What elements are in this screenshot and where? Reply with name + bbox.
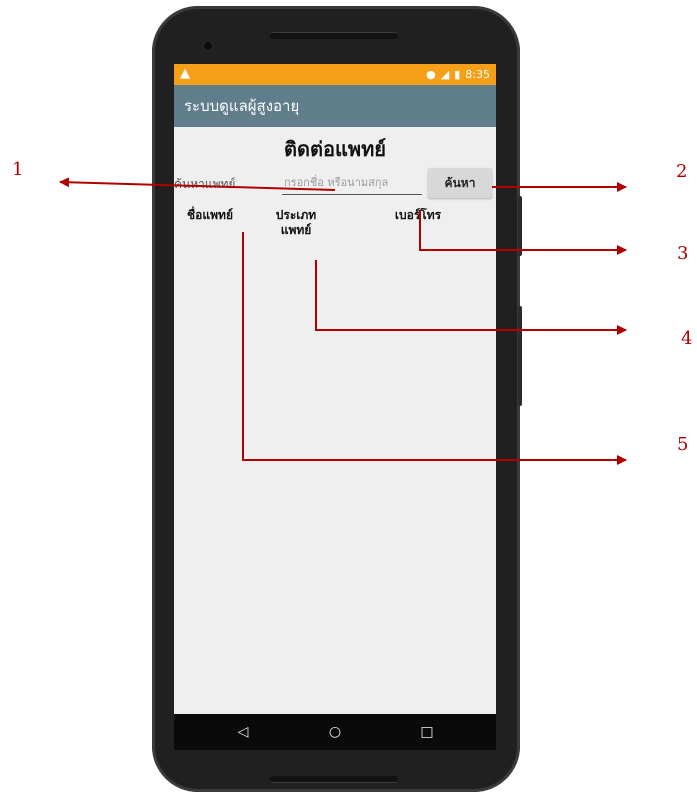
page-title: ติดต่อแพทย์ — [284, 137, 386, 161]
status-time: 8:35 — [465, 68, 490, 81]
annotation-1: 1 — [12, 159, 24, 180]
column-header-type-line1: ประเภท — [275, 208, 317, 222]
annotation-3: 3 — [677, 243, 689, 264]
column-header-doctor-name: ชื่อแพทย์ — [187, 208, 233, 222]
home-icon[interactable]: ○ — [324, 722, 346, 742]
battery-icon: ▮ — [454, 68, 461, 81]
annotation-5: 5 — [677, 434, 689, 455]
annotation-4: 4 — [681, 328, 693, 349]
status-bar: ▲ ● ◢ ▮ 8:35 — [174, 64, 496, 85]
app-screen: ▲ ● ◢ ▮ 8:35 ระบบดูแลผู้สูงอายุ ติดต่อแพ… — [174, 64, 496, 750]
back-icon[interactable]: ◁ — [232, 722, 254, 742]
search-label: ค้นหาแพทย์ — [174, 177, 236, 191]
speaker-grille — [270, 32, 398, 39]
app-title: ระบบดูแลผู้สูงอายุ — [184, 97, 300, 115]
app-bar: ระบบดูแลผู้สูงอายุ — [174, 85, 496, 127]
power-button — [518, 306, 522, 406]
signal-icon: ◢ — [440, 68, 450, 81]
search-button[interactable]: ค้นหา — [428, 168, 492, 198]
search-input[interactable] — [282, 170, 422, 195]
navigation-bar: ◁ ○ □ — [174, 714, 496, 750]
column-header-doctor-type: ประเภท แพทย์ — [268, 208, 324, 238]
bottom-speaker — [270, 776, 398, 783]
recent-apps-icon[interactable]: □ — [416, 722, 438, 742]
front-camera — [202, 40, 214, 52]
column-header-phone: เบอร์โทร — [394, 208, 442, 222]
location-icon: ● — [426, 68, 436, 81]
annotation-2: 2 — [676, 161, 688, 182]
warning-icon: ▲ — [180, 66, 190, 81]
status-icons: ● ◢ ▮ 8:35 — [426, 67, 490, 82]
volume-button — [518, 196, 522, 256]
column-header-type-line2: แพทย์ — [280, 223, 312, 237]
